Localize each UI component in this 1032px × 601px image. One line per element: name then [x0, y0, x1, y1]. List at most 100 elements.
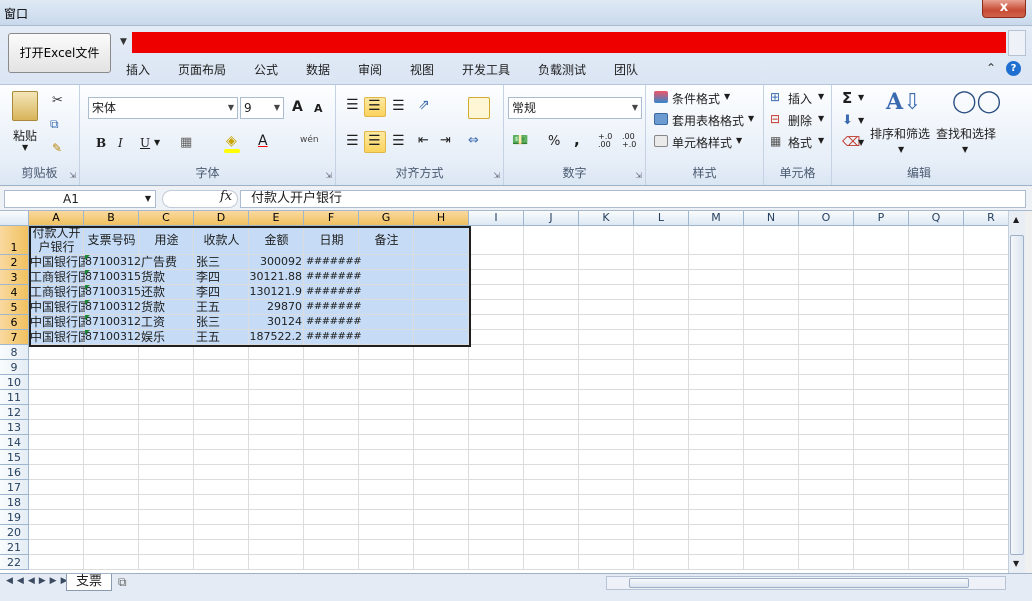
cell[interactable] — [854, 525, 909, 540]
cell[interactable] — [799, 465, 854, 480]
cell[interactable] — [194, 435, 249, 450]
row-header[interactable]: 3 — [0, 270, 29, 285]
cell[interactable] — [304, 555, 359, 570]
tab-review[interactable]: 审阅 — [358, 61, 382, 78]
vertical-scroll-thumb[interactable] — [1010, 235, 1024, 555]
amount-cell[interactable]: 130121.9 — [249, 285, 304, 300]
cell[interactable] — [579, 285, 634, 300]
cell[interactable] — [84, 390, 139, 405]
cell[interactable] — [304, 375, 359, 390]
cell[interactable] — [579, 525, 634, 540]
sort-filter-button[interactable]: 排序和筛选 — [870, 125, 930, 142]
clipboard-launcher-icon[interactable]: ⇲ — [69, 171, 76, 180]
cell[interactable] — [84, 360, 139, 375]
cell[interactable] — [84, 450, 139, 465]
cell[interactable] — [689, 360, 744, 375]
row-header[interactable]: 6 — [0, 315, 29, 330]
cell[interactable] — [194, 360, 249, 375]
cell[interactable] — [84, 420, 139, 435]
cell[interactable] — [524, 285, 579, 300]
grow-font-button[interactable]: A — [292, 99, 303, 115]
paste-dropdown-icon[interactable]: ▼ — [22, 143, 28, 152]
select-all-corner[interactable] — [0, 211, 29, 226]
cell[interactable] — [579, 345, 634, 360]
column-header[interactable]: D — [194, 211, 249, 226]
cell[interactable] — [414, 315, 469, 330]
cell[interactable] — [139, 525, 194, 540]
cell[interactable] — [964, 330, 1008, 345]
cell[interactable] — [634, 465, 689, 480]
cell[interactable] — [744, 405, 799, 420]
column-header[interactable]: B — [84, 211, 139, 226]
cell[interactable] — [634, 330, 689, 345]
cell[interactable] — [689, 270, 744, 285]
cell[interactable] — [744, 540, 799, 555]
cell[interactable] — [744, 450, 799, 465]
shrink-font-button[interactable]: A — [314, 102, 323, 115]
cell[interactable] — [249, 555, 304, 570]
cell[interactable] — [249, 390, 304, 405]
cell[interactable] — [689, 345, 744, 360]
quick-access-dropdown-icon[interactable]: ▼ — [120, 37, 127, 47]
cell[interactable] — [139, 555, 194, 570]
row-header[interactable]: 15 — [0, 450, 29, 465]
cell[interactable] — [799, 555, 854, 570]
row-header[interactable]: 9 — [0, 360, 29, 375]
cell[interactable] — [304, 405, 359, 420]
tab-insert[interactable]: 插入 — [126, 61, 150, 78]
cell[interactable] — [29, 495, 84, 510]
cell[interactable] — [634, 555, 689, 570]
cell[interactable] — [524, 495, 579, 510]
font-size-combo[interactable]: 9 ▼ — [240, 97, 284, 119]
comma-button[interactable]: , — [574, 131, 580, 149]
cell[interactable] — [139, 465, 194, 480]
cell[interactable] — [634, 435, 689, 450]
row-header[interactable]: 21 — [0, 540, 29, 555]
cell[interactable] — [964, 226, 1008, 255]
purpose-cell[interactable]: 广告费 — [141, 255, 196, 270]
cell[interactable] — [634, 510, 689, 525]
cell[interactable] — [744, 495, 799, 510]
currency-icon[interactable]: 💵 — [512, 133, 528, 148]
column-header[interactable]: M — [689, 211, 744, 226]
date-cell[interactable]: ######## — [306, 300, 361, 315]
cell[interactable] — [414, 405, 469, 420]
cell[interactable] — [414, 510, 469, 525]
column-header[interactable]: L — [634, 211, 689, 226]
column-header[interactable]: Q — [909, 211, 964, 226]
cell[interactable] — [744, 285, 799, 300]
row-header[interactable]: 4 — [0, 285, 29, 300]
cell[interactable] — [359, 540, 414, 555]
cell[interactable] — [249, 540, 304, 555]
cell[interactable] — [579, 315, 634, 330]
cell[interactable] — [799, 375, 854, 390]
cell[interactable] — [194, 555, 249, 570]
cell[interactable] — [689, 375, 744, 390]
cell[interactable] — [414, 420, 469, 435]
cell[interactable] — [414, 465, 469, 480]
cell[interactable] — [744, 480, 799, 495]
cell-styles-button[interactable]: 单元格样式 — [672, 134, 732, 151]
cell[interactable] — [84, 435, 139, 450]
cell[interactable] — [139, 420, 194, 435]
find-select-dropdown-icon[interactable]: ▼ — [962, 145, 968, 154]
fill-dropdown-icon[interactable]: ▼ — [858, 116, 864, 125]
cell[interactable] — [689, 390, 744, 405]
number-format-combo[interactable]: 常规 ▼ — [508, 97, 642, 119]
autosum-button[interactable]: Σ — [842, 89, 852, 107]
cell[interactable] — [799, 480, 854, 495]
cell[interactable] — [414, 330, 469, 345]
column-header[interactable]: J — [524, 211, 579, 226]
alignment-launcher-icon[interactable]: ⇲ — [493, 171, 500, 180]
header-cell[interactable]: 日期 — [304, 233, 359, 248]
date-cell[interactable]: ######## — [306, 330, 361, 345]
clear-dropdown-icon[interactable]: ▼ — [858, 138, 864, 147]
spreadsheet-grid[interactable]: A B C D E F G H I J K L M N O P Q R 1 2 3 4 5 6 7 8 9 10 11 12 13 14 15 1… — [0, 211, 1008, 573]
name-box[interactable]: A1 ▼ — [4, 190, 156, 208]
column-header[interactable]: P — [854, 211, 909, 226]
row-header[interactable]: 7 — [0, 330, 29, 345]
cell[interactable] — [139, 390, 194, 405]
cell[interactable] — [29, 465, 84, 480]
cell[interactable] — [359, 405, 414, 420]
cell[interactable] — [29, 450, 84, 465]
